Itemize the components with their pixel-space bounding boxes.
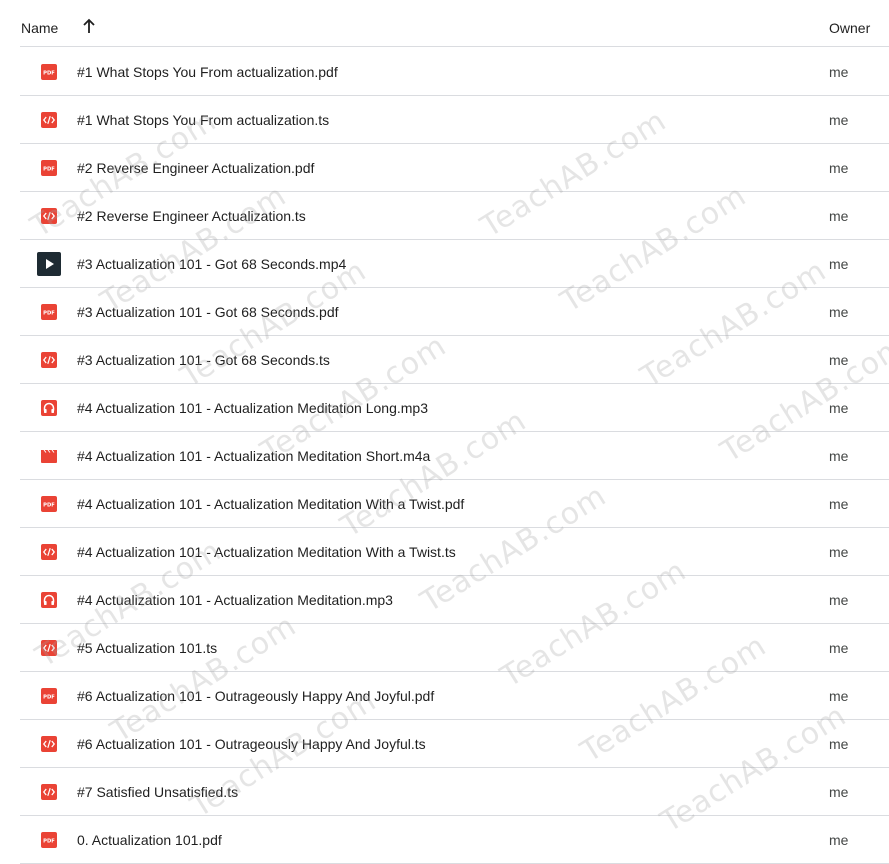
svg-text:PDF: PDF [43,839,55,845]
file-row[interactable]: #7 Satisfied Unsatisfied.ts me [20,768,889,816]
audio-file-icon [41,592,57,608]
file-owner: me [829,64,849,80]
code-file-icon [41,736,57,752]
file-row[interactable]: #6 Actualization 101 - Outrageously Happ… [20,720,889,768]
svg-text:PDF: PDF [43,503,55,509]
pdf-file-icon: PDF [41,64,57,80]
file-name[interactable]: #4 Actualization 101 - Actualization Med… [77,592,393,608]
video-file-icon [37,252,61,276]
owner-column-header: Owner [829,20,871,36]
file-name[interactable]: #4 Actualization 101 - Actualization Med… [77,496,464,512]
file-rows: PDF #1 What Stops You From actualization.… [20,48,889,864]
file-row[interactable]: PDF #2 Reverse Engineer Actualization.pdf… [20,144,889,192]
file-name[interactable]: #3 Actualization 101 - Got 68 Seconds.pd… [77,304,339,320]
file-owner: me [829,448,849,464]
arrow-up-icon[interactable] [81,18,97,36]
svg-text:PDF: PDF [43,695,55,701]
code-file-icon [41,112,57,128]
pdf-file-icon: PDF [41,160,57,176]
audio-file-icon [41,400,57,416]
file-owner: me [829,304,849,320]
code-file-icon [41,640,57,656]
file-name[interactable]: #3 Actualization 101 - Got 68 Seconds.ts [77,352,330,368]
file-row[interactable]: #3 Actualization 101 - Got 68 Seconds.ts… [20,336,889,384]
code-file-icon [41,544,57,560]
file-owner: me [829,784,849,800]
list-header: Name Owner [20,0,889,47]
file-row[interactable]: #5 Actualization 101.ts me [20,624,889,672]
pdf-file-icon: PDF [41,688,57,704]
file-owner: me [829,160,849,176]
file-row[interactable]: PDF #1 What Stops You From actualization.… [20,48,889,96]
file-name[interactable]: #7 Satisfied Unsatisfied.ts [77,784,238,800]
file-name[interactable]: #1 What Stops You From actualization.pdf [77,64,338,80]
file-owner: me [829,256,849,272]
file-row[interactable]: #4 Actualization 101 - Actualization Med… [20,528,889,576]
file-row[interactable]: #1 What Stops You From actualization.ts m… [20,96,889,144]
file-row[interactable]: PDF 0. Actualization 101.pdf me [20,816,889,864]
pdf-file-icon: PDF [41,832,57,848]
file-name[interactable]: #5 Actualization 101.ts [77,640,217,656]
file-row[interactable]: PDF #6 Actualization 101 - Outrageously H… [20,672,889,720]
svg-text:PDF: PDF [43,71,55,77]
file-owner: me [829,688,849,704]
file-owner: me [829,208,849,224]
file-name[interactable]: #1 What Stops You From actualization.ts [77,112,329,128]
file-row[interactable]: #3 Actualization 101 - Got 68 Seconds.mp… [20,240,889,288]
svg-text:PDF: PDF [43,167,55,173]
file-row[interactable]: #4 Actualization 101 - Actualization Med… [20,384,889,432]
pdf-file-icon: PDF [41,304,57,320]
file-name[interactable]: 0. Actualization 101.pdf [77,832,222,848]
file-row[interactable]: PDF #4 Actualization 101 - Actualization … [20,480,889,528]
file-name[interactable]: #6 Actualization 101 - Outrageously Happ… [77,736,426,752]
file-owner: me [829,640,849,656]
file-owner: me [829,400,849,416]
audio-file-icon [41,448,57,464]
name-column-header[interactable]: Name [21,20,58,36]
file-name[interactable]: #3 Actualization 101 - Got 68 Seconds.mp… [77,256,346,272]
file-name[interactable]: #4 Actualization 101 - Actualization Med… [77,544,456,560]
svg-text:PDF: PDF [43,311,55,317]
pdf-file-icon: PDF [41,496,57,512]
file-name[interactable]: #4 Actualization 101 - Actualization Med… [77,448,430,464]
file-owner: me [829,736,849,752]
file-name[interactable]: #6 Actualization 101 - Outrageously Happ… [77,688,434,704]
file-name[interactable]: #4 Actualization 101 - Actualization Med… [77,400,428,416]
code-file-icon [41,352,57,368]
file-row[interactable]: #4 Actualization 101 - Actualization Med… [20,432,889,480]
file-row[interactable]: #4 Actualization 101 - Actualization Med… [20,576,889,624]
file-row[interactable]: PDF #3 Actualization 101 - Got 68 Seconds… [20,288,889,336]
file-owner: me [829,832,849,848]
code-file-icon [41,784,57,800]
file-list-page: Name Owner PDF #1 What Stops You From act… [0,0,889,864]
file-name[interactable]: #2 Reverse Engineer Actualization.pdf [77,160,314,176]
file-owner: me [829,496,849,512]
file-owner: me [829,112,849,128]
file-name[interactable]: #2 Reverse Engineer Actualization.ts [77,208,306,224]
file-owner: me [829,544,849,560]
code-file-icon [41,208,57,224]
file-owner: me [829,352,849,368]
file-row[interactable]: #2 Reverse Engineer Actualization.ts me [20,192,889,240]
file-owner: me [829,592,849,608]
